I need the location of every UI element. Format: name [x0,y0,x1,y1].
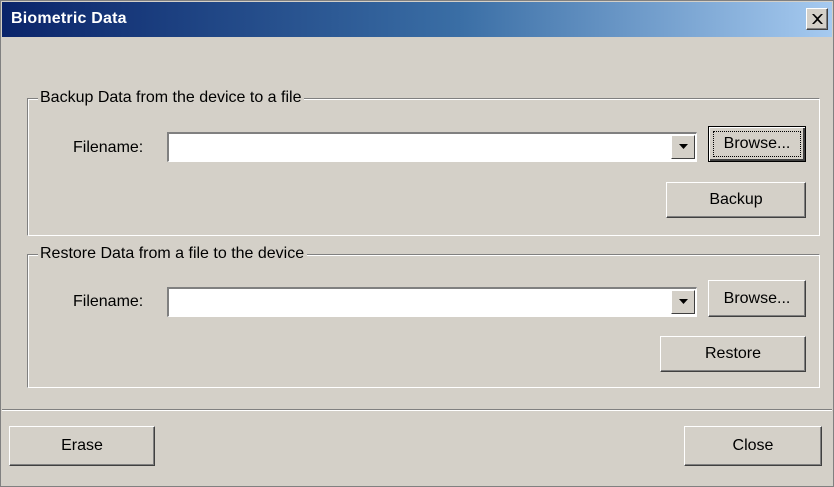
backup-filename-input[interactable] [169,134,659,160]
restore-filename-label: Filename: [73,293,144,310]
restore-button[interactable]: Restore [660,336,806,372]
backup-filename-dropdown-button[interactable] [671,135,695,159]
title-bar[interactable]: Biometric Data [2,2,832,37]
backup-button[interactable]: Backup [666,182,806,218]
restore-button-label: Restore [704,345,762,362]
chevron-down-icon [679,299,688,304]
chevron-down-icon [679,144,688,149]
close-window-button[interactable] [806,8,828,30]
close-button-label: Close [732,437,774,454]
close-icon [812,14,823,24]
restore-browse-label: Browse... [723,290,791,307]
restore-filename-dropdown-button[interactable] [671,290,695,314]
backup-group-label: Backup Data from the device to a file [38,88,305,108]
backup-filename-combo[interactable] [167,132,697,162]
backup-filename-label: Filename: [73,139,144,156]
restore-browse-button[interactable]: Browse... [708,280,806,317]
erase-button-label: Erase [61,437,103,454]
erase-button[interactable]: Erase [9,426,155,466]
restore-group-label: Restore Data from a file to the device [38,244,308,264]
backup-group: Backup Data from the device to a file Fi… [27,88,820,236]
window-title: Biometric Data [11,10,127,27]
close-button[interactable]: Close [684,426,822,466]
restore-filename-input[interactable] [169,289,659,315]
dialog-window: Biometric Data Backup Data from the devi… [0,0,834,487]
footer-separator [2,409,832,411]
restore-filename-combo[interactable] [167,287,697,317]
backup-button-label: Backup [709,191,763,208]
restore-group: Restore Data from a file to the device F… [27,244,820,388]
backup-browse-label: Browse... [723,135,791,152]
backup-browse-button[interactable]: Browse... [708,126,806,162]
